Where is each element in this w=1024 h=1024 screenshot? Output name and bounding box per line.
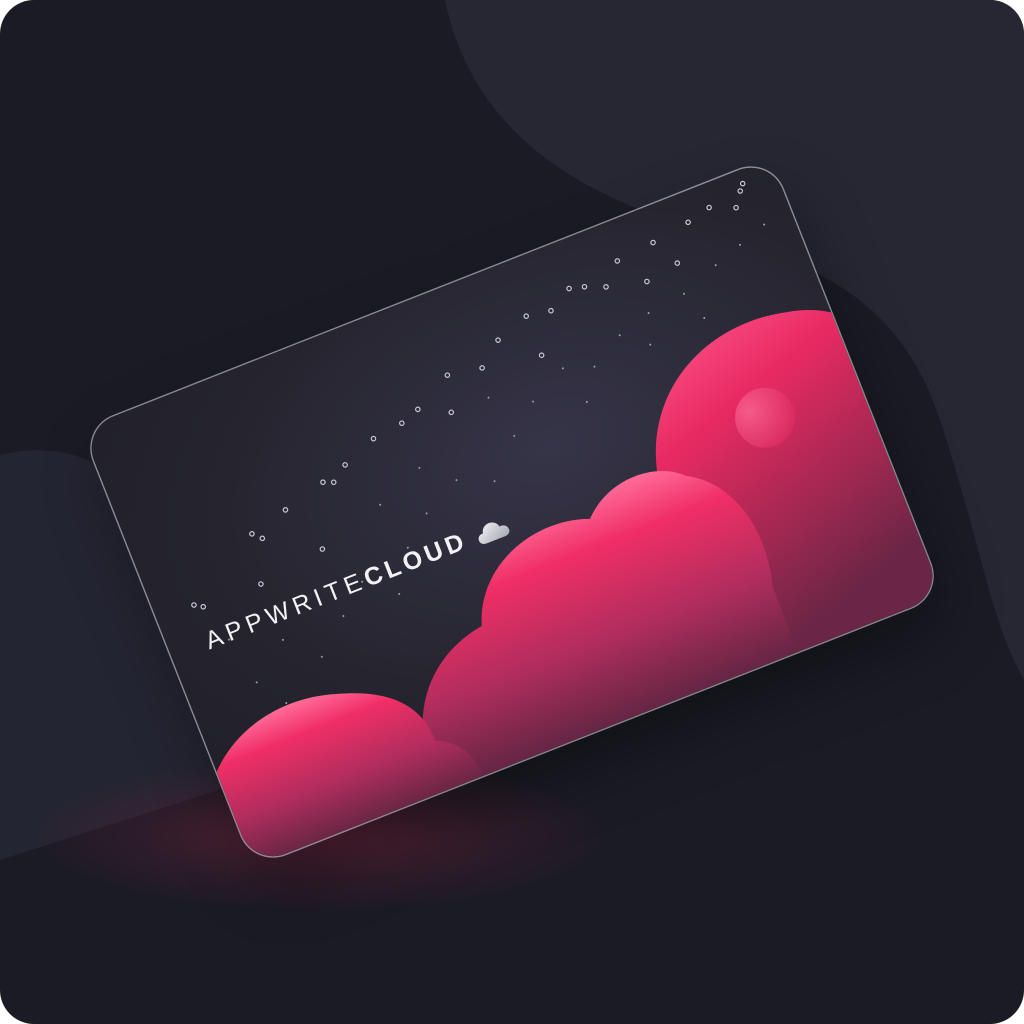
- scene: APPWRITE CLOUD: [0, 0, 1024, 1024]
